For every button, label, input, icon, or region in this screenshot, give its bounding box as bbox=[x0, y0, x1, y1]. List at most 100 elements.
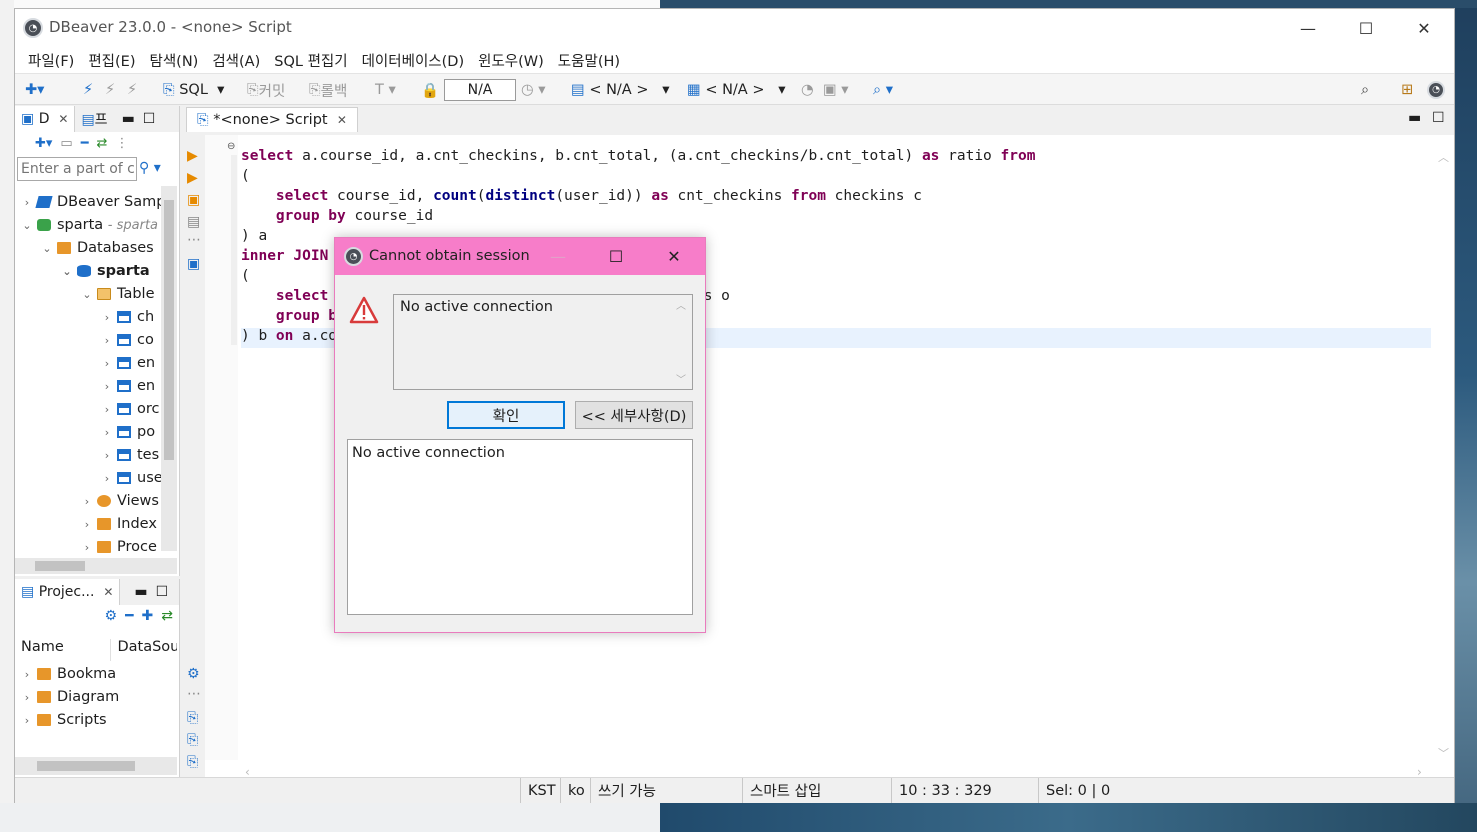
open-perspective-icon[interactable]: ⊞ bbox=[1401, 79, 1413, 101]
tree-item-views[interactable]: › Views bbox=[81, 490, 159, 512]
tree-item-diagrams[interactable]: › Diagram bbox=[21, 686, 119, 708]
code-line[interactable]: inner JOIN bbox=[241, 248, 328, 268]
column-name[interactable]: Name bbox=[15, 639, 112, 661]
console-icon[interactable]: ▣ bbox=[187, 256, 200, 272]
scroll-down-icon[interactable]: ﹀ bbox=[1438, 745, 1449, 761]
tree-item-table[interactable]: › orc bbox=[101, 398, 160, 420]
tab-script[interactable]: ⎘ *<none> Script ✕ bbox=[186, 107, 358, 132]
close-icon[interactable]: ✕ bbox=[103, 585, 113, 599]
navigator-horizontal-scrollbar[interactable] bbox=[15, 558, 177, 574]
tree-item-dbeaver-sample[interactable]: › DBeaver Samp bbox=[21, 191, 166, 213]
maximize-panel-button[interactable]: ☐ bbox=[156, 584, 169, 600]
tree-item-indexes[interactable]: › Index bbox=[81, 513, 157, 535]
code-line[interactable]: select a.course_id, a.cnt_checkins, b.cn… bbox=[241, 148, 1035, 168]
dashboard-icon[interactable]: ◔ bbox=[801, 79, 814, 101]
view-menu-icon[interactable]: ⋮ bbox=[115, 136, 128, 151]
menu-database[interactable]: 데이터베이스(D) bbox=[355, 50, 472, 71]
tree-item-procedures[interactable]: › Proce bbox=[81, 536, 157, 558]
search-icon[interactable]: ⌕ ▾ bbox=[873, 79, 893, 101]
close-icon[interactable]: ✕ bbox=[58, 112, 68, 126]
lock-icon[interactable]: 🔒 bbox=[421, 79, 439, 101]
tree-item-databases[interactable]: ⌄ Databases bbox=[41, 237, 153, 259]
close-icon[interactable]: ✕ bbox=[337, 113, 347, 127]
tree-item-table[interactable]: › use bbox=[101, 467, 163, 489]
code-line[interactable]: ( bbox=[241, 268, 250, 288]
invalidate-icon[interactable]: ⚡ bbox=[127, 79, 137, 101]
minimize-panel-button[interactable]: ▬ bbox=[134, 584, 147, 600]
code-line[interactable]: group by course_id bbox=[241, 208, 433, 228]
tree-item-sparta-connection[interactable]: ⌄ sparta - sparta bbox=[21, 214, 158, 236]
editor-vertical-scrollbar[interactable]: ︿ ﹀ bbox=[1436, 149, 1452, 761]
scroll-thumb[interactable] bbox=[35, 561, 85, 571]
new-connection-small-icon[interactable]: ✚▾ bbox=[35, 136, 52, 151]
code-line[interactable]: select course_id, count(distinct(user_id… bbox=[241, 188, 922, 208]
code-line[interactable]: ( bbox=[241, 168, 250, 188]
scroll-down-icon[interactable]: ﹀ bbox=[676, 371, 686, 386]
minimize-editor-button[interactable]: ▬ bbox=[1408, 110, 1421, 126]
tree-item-table[interactable]: › tes bbox=[101, 444, 159, 466]
execute-script-icon[interactable]: ▣ bbox=[187, 192, 200, 208]
ok-button[interactable]: 확인 bbox=[447, 401, 565, 429]
maximize-panel-button[interactable]: ☐ bbox=[143, 111, 156, 127]
fold-collapse-icon[interactable]: ⊖ bbox=[227, 141, 235, 152]
column-datasource[interactable]: DataSou bbox=[111, 639, 177, 661]
tree-item-table[interactable]: › en bbox=[101, 375, 155, 397]
more-icon[interactable]: ⋯ bbox=[187, 686, 201, 702]
dialog-close-button[interactable]: ✕ bbox=[645, 238, 703, 275]
code-line[interactable]: group b bbox=[241, 308, 337, 328]
new-folder-icon[interactable]: ▭ bbox=[60, 136, 72, 151]
link-editor-icon[interactable]: ⇄ bbox=[97, 136, 108, 151]
tab-projects-short[interactable]: ▤프 bbox=[75, 109, 113, 129]
sql-editor-button[interactable]: ⎘ SQL ▾ bbox=[163, 79, 224, 101]
dialog-maximize-button[interactable]: ☐ bbox=[587, 238, 645, 275]
minimize-button[interactable]: — bbox=[1279, 9, 1337, 47]
scroll-up-icon[interactable]: ︿ bbox=[676, 297, 686, 312]
history-icon[interactable]: ◷ ▾ bbox=[521, 79, 546, 101]
schema-selector[interactable]: ▦ < N/A > ▾ bbox=[687, 79, 786, 101]
more-icon[interactable]: ⋯ bbox=[187, 232, 201, 248]
code-line[interactable]: ) a bbox=[241, 228, 267, 248]
rollback-button[interactable]: ⎘ 롤백 bbox=[309, 79, 347, 101]
menu-help[interactable]: 도움말(H) bbox=[551, 50, 627, 71]
tree-item-table[interactable]: › ch bbox=[101, 306, 154, 328]
menu-window[interactable]: 윈도우(W) bbox=[471, 50, 551, 71]
menu-file[interactable]: 파일(F) bbox=[21, 50, 81, 71]
transaction-mode-icon[interactable]: T ▾ bbox=[375, 79, 396, 101]
code-line[interactable]: ) b on a.co bbox=[241, 328, 337, 348]
explain-plan-icon[interactable]: ▤ bbox=[187, 214, 200, 230]
collapse-all-icon[interactable]: ━ bbox=[81, 136, 89, 151]
menu-navigate[interactable]: 탐색(N) bbox=[143, 50, 206, 71]
network-icon[interactable]: ▣ ▾ bbox=[823, 79, 849, 101]
details-text-area[interactable]: No active connection bbox=[347, 439, 693, 615]
scroll-thumb[interactable] bbox=[37, 761, 135, 771]
menu-edit[interactable]: 편집(E) bbox=[81, 50, 142, 71]
expand-icon[interactable]: ✚ bbox=[142, 608, 154, 624]
navigator-vertical-scrollbar[interactable] bbox=[161, 186, 177, 551]
save-icon[interactable]: ⎘ bbox=[187, 754, 198, 770]
tab-projects[interactable]: ▤ Projec... ✕ bbox=[15, 579, 121, 605]
settings-gear-icon[interactable]: ⚙ bbox=[187, 666, 200, 682]
tree-item-sparta-db[interactable]: ⌄ sparta bbox=[61, 260, 149, 282]
details-button[interactable]: << 세부사항(D) bbox=[575, 401, 693, 429]
menu-sql-editor[interactable]: SQL 편집기 bbox=[267, 50, 354, 71]
filter-input[interactable] bbox=[18, 158, 136, 180]
tree-item-tables[interactable]: ⌄ Table bbox=[81, 283, 154, 305]
minimize-panel-button[interactable]: ▬ bbox=[122, 111, 135, 127]
disconnect-icon[interactable]: ⚡ bbox=[105, 79, 115, 101]
transaction-mode-field[interactable]: N/A bbox=[444, 79, 516, 101]
export-icon[interactable]: ⎘ bbox=[187, 710, 198, 726]
commit-button[interactable]: ⎘ 커밋 bbox=[247, 79, 285, 101]
tree-item-table[interactable]: › co bbox=[101, 329, 154, 351]
title-bar[interactable]: ◔ DBeaver 23.0.0 - <none> Script — ☐ ✕ bbox=[15, 9, 1454, 47]
maximize-editor-button[interactable]: ☐ bbox=[1432, 110, 1445, 126]
dialog-minimize-button[interactable]: — bbox=[529, 238, 587, 275]
tree-item-table[interactable]: › en bbox=[101, 352, 155, 374]
execute-statement-icon[interactable]: ▶ bbox=[187, 148, 198, 164]
import-icon[interactable]: ⎘ bbox=[187, 732, 198, 748]
dialog-message-box[interactable]: No active connection ︿ ﹀ bbox=[393, 294, 693, 390]
new-connection-icon[interactable]: ✚▾ bbox=[25, 79, 44, 101]
datasource-selector[interactable]: ▤ < N/A > ▾ bbox=[571, 79, 670, 101]
tree-item-scripts[interactable]: › Scripts bbox=[21, 709, 107, 731]
tree-item-table[interactable]: › po bbox=[101, 421, 155, 443]
maximize-button[interactable]: ☐ bbox=[1337, 9, 1395, 47]
